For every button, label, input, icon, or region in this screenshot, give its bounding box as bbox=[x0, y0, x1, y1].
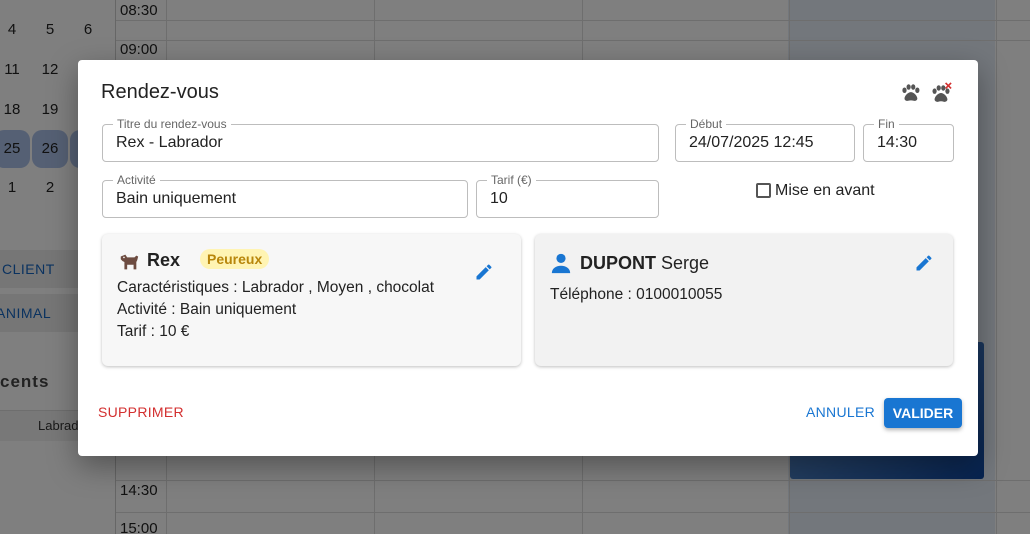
client-name: DUPONT Serge bbox=[580, 253, 709, 274]
client-last-name: DUPONT bbox=[580, 253, 656, 273]
price-input[interactable] bbox=[490, 181, 651, 217]
client-phone: Téléphone : 0100010055 bbox=[550, 286, 723, 303]
activity-input[interactable] bbox=[116, 181, 460, 217]
temperament-badge: Peureux bbox=[200, 249, 270, 269]
end-field: Fin bbox=[863, 117, 954, 162]
animal-activity: Activité : Bain uniquement bbox=[117, 301, 297, 318]
animal-name: Rex bbox=[147, 250, 181, 270]
activity-field: Activité bbox=[102, 173, 468, 218]
end-input[interactable] bbox=[877, 125, 946, 161]
appointment-dialog: Rendez-vous Titre du rendez-vous Début F… bbox=[78, 60, 978, 456]
title-field: Titre du rendez-vous bbox=[102, 117, 659, 162]
animal-card: Rex Peureux Caractéristiques : Labrador … bbox=[102, 234, 521, 366]
price-field: Tarif (€) bbox=[476, 173, 659, 218]
animal-price: Tarif : 10 € bbox=[117, 323, 190, 340]
person-icon bbox=[551, 253, 571, 274]
client-first-name: Serge bbox=[661, 253, 710, 273]
paw-icon[interactable] bbox=[899, 82, 921, 104]
cancel-button[interactable]: ANNULER bbox=[806, 404, 875, 420]
validate-button[interactable]: VALIDER bbox=[884, 398, 962, 428]
start-input[interactable] bbox=[689, 125, 847, 161]
animal-characteristics: Caractéristiques : Labrador , Moyen , ch… bbox=[117, 279, 435, 296]
delete-button[interactable]: SUPPRIMER bbox=[98, 404, 184, 420]
client-card: DUPONT Serge Téléphone : 0100010055 bbox=[535, 234, 953, 366]
paw-remove-icon[interactable] bbox=[930, 82, 952, 104]
edit-animal-icon[interactable] bbox=[474, 262, 494, 282]
dialog-title: Rendez-vous bbox=[101, 81, 219, 103]
highlight-checkbox[interactable] bbox=[756, 183, 771, 198]
dog-icon bbox=[120, 254, 139, 270]
title-input[interactable] bbox=[116, 125, 651, 161]
edit-client-icon[interactable] bbox=[914, 253, 934, 273]
start-field: Début bbox=[675, 117, 855, 162]
highlight-label[interactable]: Mise en avant bbox=[775, 182, 875, 200]
